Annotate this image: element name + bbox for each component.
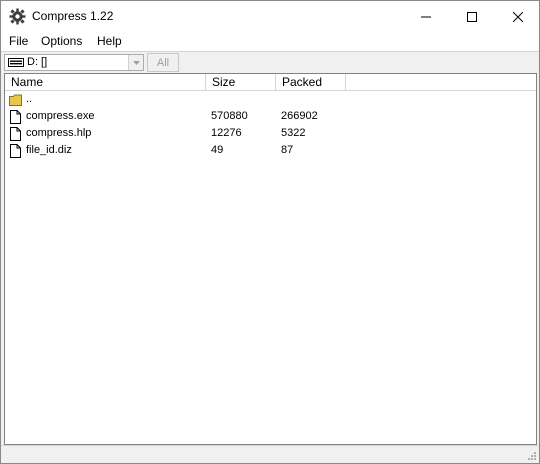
list-item[interactable]: compress.exe 570880 266902 [5, 109, 536, 126]
file-packed: 87 [281, 144, 294, 156]
file-packed: 266902 [281, 110, 318, 122]
window-title: Compress 1.22 [32, 9, 114, 23]
column-header-size[interactable]: Size [206, 74, 276, 91]
file-size: 12276 [211, 127, 242, 139]
file-size: 570880 [211, 110, 248, 122]
close-button[interactable] [495, 1, 540, 32]
maximize-button[interactable] [449, 1, 495, 32]
file-name: compress.exe [26, 110, 95, 122]
chevron-down-icon [132, 60, 140, 65]
file-icon [10, 127, 21, 141]
status-bar [1, 445, 539, 463]
file-icon [10, 110, 21, 124]
file-name: compress.hlp [26, 127, 92, 139]
minimize-icon [421, 16, 431, 17]
gear-icon[interactable] [9, 8, 26, 25]
list-item[interactable]: file_id.diz 49 87 [5, 143, 536, 160]
title-bar[interactable]: Compress 1.22 [1, 1, 539, 32]
drive-label: D: [] [27, 56, 48, 68]
file-icon [10, 144, 21, 158]
menu-bar: File Options Help [1, 32, 539, 51]
maximize-icon [467, 11, 477, 22]
toolbar: D: [] All [1, 51, 539, 73]
minimize-button[interactable] [403, 1, 449, 32]
dropdown-arrow[interactable] [128, 55, 143, 70]
folder-icon [9, 94, 22, 106]
menu-file[interactable]: File [9, 34, 28, 48]
file-size: 49 [211, 144, 224, 156]
resize-grip-icon[interactable] [525, 449, 537, 461]
close-icon [513, 11, 523, 22]
drive-select[interactable]: D: [] [4, 54, 144, 71]
column-header-packed[interactable]: Packed [276, 74, 346, 91]
menu-help[interactable]: Help [97, 34, 122, 48]
all-button[interactable]: All [147, 53, 179, 72]
column-header-name[interactable]: Name [5, 74, 206, 91]
list-item[interactable]: compress.hlp 12276 5322 [5, 126, 536, 143]
file-name: .. [26, 93, 33, 105]
file-name: file_id.diz [26, 144, 72, 156]
list-item-parent[interactable]: .. [5, 92, 536, 109]
menu-options[interactable]: Options [41, 34, 82, 48]
file-packed: 5322 [281, 127, 306, 139]
drive-icon [8, 58, 24, 67]
file-list[interactable]: Name Size Packed .. compress.exe 570880 … [4, 73, 537, 445]
app-window: Compress 1.22 File Options Help D: [] Al… [0, 0, 540, 464]
list-header: Name Size Packed [5, 74, 536, 91]
